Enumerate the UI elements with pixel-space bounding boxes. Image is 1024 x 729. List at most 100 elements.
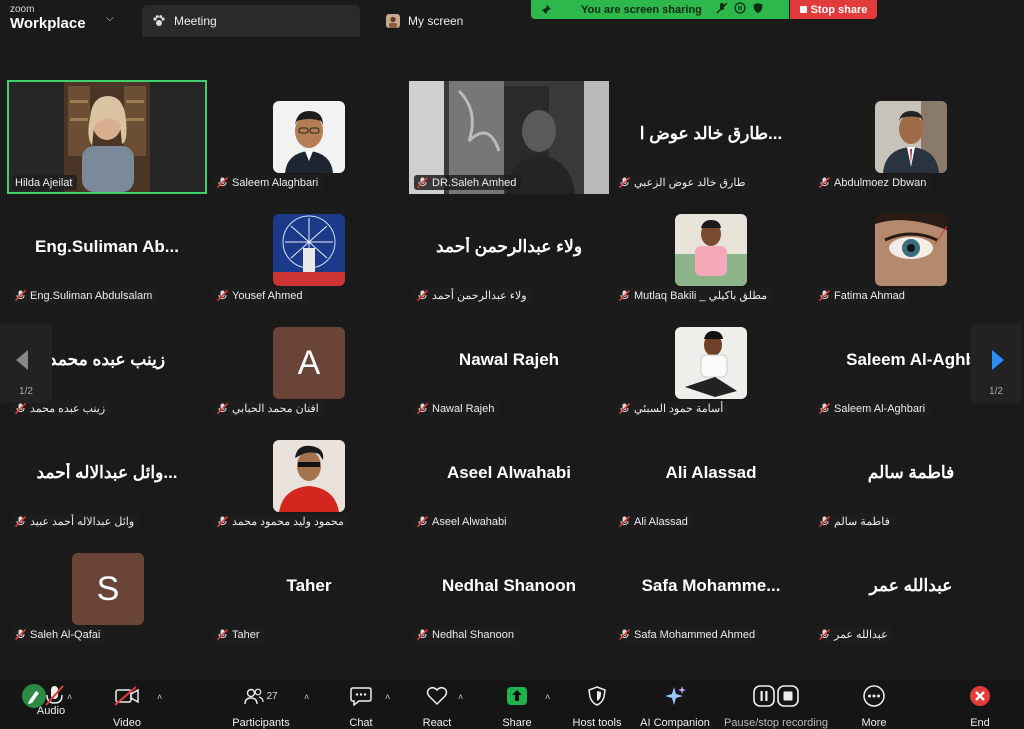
participant-name: Hilda Ajeilat (15, 176, 73, 189)
participant-tile[interactable]: Mutlaq Bakili _ مطلق باكيلي (611, 193, 811, 307)
video-button[interactable]: Video (104, 684, 150, 729)
stop-share-button[interactable]: Stop share (790, 0, 877, 19)
participant-tile[interactable]: Abdulmoez Dbwan (811, 80, 1011, 194)
participant-photo (675, 327, 747, 399)
mic-muted-icon (417, 177, 428, 188)
previous-page-button[interactable]: 1/2 (0, 323, 52, 403)
share-screen-icon (507, 687, 527, 705)
avatar-icon (386, 14, 400, 28)
participant-tile[interactable]: طارق خالد عوض ا... طارق خالد عوض الزعبي (611, 80, 811, 194)
participant-name: Safa Mohammed Ahmed (634, 628, 756, 641)
participant-tile[interactable]: أسامة حمود السبئي (611, 306, 811, 420)
mic-muted-icon (619, 290, 630, 301)
participant-photo (875, 101, 947, 173)
participant-name: افنان محمد الحبابي (232, 403, 319, 415)
mic-muted-icon (217, 403, 228, 414)
mic-muted-icon (619, 629, 630, 640)
participant-tile[interactable]: Fatima Ahmad (811, 193, 1011, 307)
participant-tile[interactable]: عبدالله عمر عبدالله عمر (811, 532, 1011, 646)
participant-tile[interactable]: فاطمة سالم فاطمة سالم (811, 419, 1011, 533)
participant-name-tag: DR.Saleh Amhed (414, 175, 522, 190)
more-button[interactable]: More (854, 684, 894, 729)
participant-name-tag: طارق خالد عوض الزعبي (616, 175, 751, 190)
participant-name-tag: Aseel Alwahabi (414, 514, 512, 529)
share-label: Share (502, 717, 532, 729)
participant-name-tag: عبدالله عمر (816, 627, 893, 642)
tab-my-screen[interactable]: My screen (376, 5, 526, 37)
participant-photo (875, 214, 947, 286)
stop-square-icon (799, 6, 807, 13)
participant-tile[interactable]: Yousef Ahmed (209, 193, 409, 307)
participant-name: Fatima Ahmad (834, 289, 905, 302)
chat-options-caret-icon[interactable]: ˄ (385, 692, 390, 702)
chevron-down-icon[interactable]: ⌵ (106, 13, 114, 24)
participant-display-name: Nawal Rajeh (458, 350, 560, 369)
participant-name-tag: Taher (214, 627, 265, 642)
participant-name: محمود وليد محمود محمد (232, 516, 344, 528)
screen-sharing-banner: You are screen sharing (531, 0, 789, 19)
participant-name: Saleh Al-Qafai (30, 628, 101, 641)
participant-tile[interactable]: ولاء عبدالرحمن أحمد ولاء عبدالرحمن أحمد (409, 193, 609, 307)
participant-tile[interactable]: Taher Taher (209, 532, 409, 646)
next-page-button[interactable]: 1/2 (970, 323, 1022, 403)
participant-tile[interactable]: Aseel Alwahabi Aseel Alwahabi (409, 419, 609, 533)
page-indicator: 1/2 (19, 386, 33, 397)
more-label: More (861, 717, 887, 729)
participant-tile[interactable]: وائل عبدالاله أحمد... وائل عبدالاله أحمد… (7, 419, 207, 533)
participant-tile[interactable]: S Saleh Al-Qafai (7, 532, 207, 646)
pause-stop-recording-button[interactable]: Pause/stop recording (720, 684, 832, 729)
react-button[interactable]: React (416, 684, 458, 729)
audio-options-caret-icon[interactable]: ˄ (67, 692, 72, 702)
participant-photo (273, 101, 345, 173)
pause-share-icon[interactable] (734, 2, 746, 17)
end-meeting-button[interactable]: End (962, 684, 998, 729)
share-options-caret-icon[interactable]: ˄ (545, 692, 550, 702)
arrow-right-icon (992, 350, 1004, 370)
mic-muted-icon (417, 290, 428, 301)
participant-name: DR.Saleh Amhed (432, 176, 517, 189)
video-options-caret-icon[interactable]: ˄ (157, 692, 162, 702)
pause-recording-icon (753, 685, 799, 707)
share-button[interactable]: Share (496, 684, 538, 729)
participant-name-tag: وائل عبدالاله أحمد عبيد (12, 514, 140, 529)
participants-button[interactable]: 27 Participants (226, 684, 296, 729)
participant-tile[interactable]: محمود وليد محمود محمد (209, 419, 409, 533)
shield-icon[interactable] (752, 2, 764, 17)
participant-name-tag: فاطمة سالم (816, 514, 895, 529)
app-brand[interactable]: zoom Workplace (10, 5, 86, 32)
participant-display-name: فاطمة سالم (867, 463, 955, 482)
participant-tile[interactable]: Saleem Alaghbari (209, 80, 409, 194)
participants-options-caret-icon[interactable]: ˄ (304, 692, 309, 702)
mic-muted-icon (819, 629, 830, 640)
participants-icon (244, 688, 265, 705)
participant-tile[interactable]: Ali Alassad Ali Alassad (611, 419, 811, 533)
close-icon (970, 686, 990, 706)
participant-name: Saleem Al-Aghbari (834, 402, 926, 415)
host-tools-button[interactable]: Host tools (566, 684, 628, 729)
participant-tile[interactable]: Nawal Rajeh Nawal Rajeh (409, 306, 609, 420)
mic-muted-icon (15, 403, 26, 414)
participant-name-tag: Yousef Ahmed (214, 288, 308, 303)
sparkle-icon (665, 686, 686, 705)
participant-tile[interactable]: Hilda Ajeilat (7, 80, 207, 194)
react-options-caret-icon[interactable]: ˄ (458, 692, 463, 702)
mic-muted-icon (819, 290, 830, 301)
mic-muted-icon (619, 403, 630, 414)
tab-meeting[interactable]: Meeting (142, 5, 360, 37)
participant-tile[interactable]: DR.Saleh Amhed (409, 80, 609, 194)
pin-icon[interactable] (539, 3, 553, 17)
mic-muted-icon (217, 629, 228, 640)
participant-tile[interactable]: A افنان محمد الحبابي (209, 306, 409, 420)
mic-muted-icon[interactable] (716, 2, 728, 17)
participant-tile[interactable]: Eng.Suliman Ab... Eng.Suliman Abdulsalam (7, 193, 207, 307)
ai-companion-button[interactable]: AI Companion (636, 684, 714, 729)
mic-muted-icon (15, 290, 26, 301)
chat-button[interactable]: Chat (340, 684, 382, 729)
stop-share-label: Stop share (810, 3, 868, 16)
participant-tile[interactable]: Nedhal Shanoon Nedhal Shanoon (409, 532, 609, 646)
tab-my-screen-label: My screen (408, 14, 464, 28)
participant-name: طارق خالد عوض الزعبي (634, 177, 746, 189)
participant-tile[interactable]: Safa Mohamme... Safa Mohammed Ahmed (611, 532, 811, 646)
participant-name: Saleem Alaghbari (232, 176, 319, 189)
mic-muted-icon (819, 516, 830, 527)
